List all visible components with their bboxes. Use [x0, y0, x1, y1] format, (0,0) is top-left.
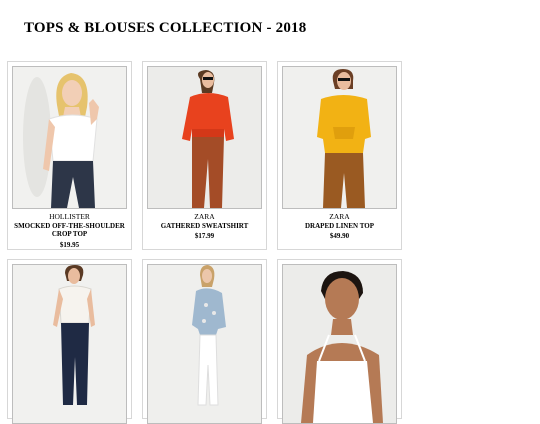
- product-card[interactable]: ZARA DRAPED LINEN TOP $49.90: [277, 61, 402, 250]
- product-card[interactable]: ZARA GATHERED SWEATSHIRT $17.99: [142, 61, 267, 250]
- product-price: $17.99: [194, 232, 215, 240]
- product-image[interactable]: [12, 66, 127, 209]
- page-title: TOPS & BLOUSES COLLECTION - 2018: [24, 20, 307, 36]
- product-image[interactable]: [282, 66, 397, 209]
- product-brand: ZARA: [194, 212, 215, 221]
- product-price: $19.95: [59, 240, 80, 249]
- product-price: $49.90: [329, 232, 350, 240]
- product-image[interactable]: [12, 264, 127, 424]
- product-name[interactable]: SMOCKED OFF-THE-SHOULDER CROP TOP: [8, 222, 131, 239]
- product-card[interactable]: [142, 259, 267, 424]
- product-grid: HOLLISTER SMOCKED OFF-THE-SHOULDER CROP …: [7, 61, 407, 424]
- product-brand: ZARA: [329, 212, 350, 221]
- product-card[interactable]: [277, 259, 402, 424]
- product-image[interactable]: [147, 264, 262, 424]
- product-brand: HOLLISTER: [49, 212, 90, 221]
- product-card[interactable]: HOLLISTER SMOCKED OFF-THE-SHOULDER CROP …: [7, 61, 132, 250]
- product-card[interactable]: [7, 259, 132, 424]
- product-name[interactable]: DRAPED LINEN TOP: [278, 222, 401, 231]
- product-image[interactable]: [282, 264, 397, 424]
- product-name[interactable]: GATHERED SWEATSHIRT: [143, 222, 266, 231]
- product-image[interactable]: [147, 66, 262, 209]
